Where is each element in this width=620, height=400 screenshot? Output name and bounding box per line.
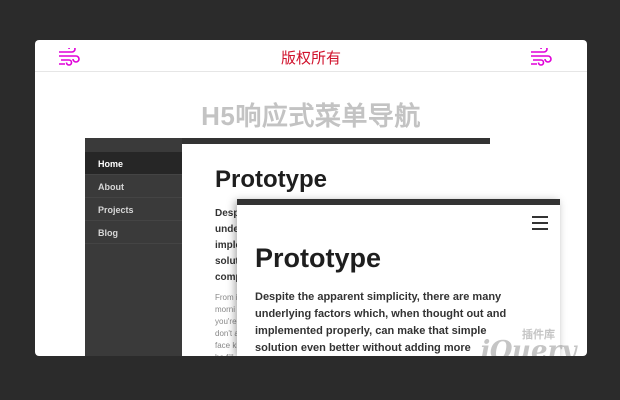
sidebar-nav: Home About Projects Blog — [85, 138, 182, 356]
wind-icon — [531, 48, 552, 66]
nav-item-about[interactable]: About — [85, 175, 182, 198]
mobile-preview: Prototype Despite the apparent simplicit… — [237, 199, 560, 356]
mobile-page-title: Prototype — [255, 243, 382, 273]
top-bar: 版权所有 — [35, 40, 587, 72]
hamburger-icon[interactable] — [532, 216, 548, 230]
page-title: 版权所有 — [280, 50, 341, 67]
nav-item-projects[interactable]: Projects — [85, 198, 182, 221]
desktop-page-title: Prototype — [215, 166, 328, 193]
demo-headline: H5响应式菜单导航 — [201, 101, 421, 131]
jquery-watermark: 插件库 jQuery — [480, 328, 587, 356]
watermark-sub: 插件库 — [522, 328, 555, 341]
nav-item-home[interactable]: Home — [85, 152, 182, 175]
demo-card: 版权所有 H5响应式菜单导航 Home About Projects Blog … — [35, 40, 587, 356]
nav-item-blog[interactable]: Blog — [85, 221, 182, 244]
